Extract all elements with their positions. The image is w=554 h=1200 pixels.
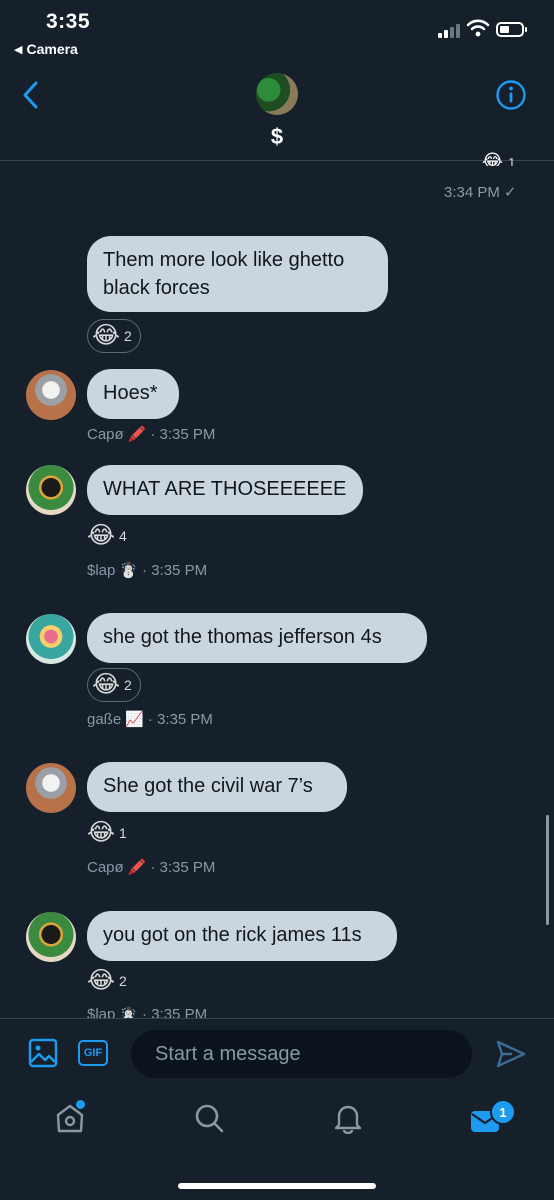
sender-name: Capø	[87, 858, 124, 876]
message-meta: Capø 🖍️ · 3:35 PM	[87, 858, 216, 877]
image-icon[interactable]	[28, 1038, 58, 1068]
sender-avatar[interactable]	[26, 614, 76, 664]
message-time: · 3:35 PM	[150, 858, 216, 876]
reaction[interactable]: 😂 1	[87, 820, 127, 846]
message-text: Them more look like ghetto black forces	[103, 249, 345, 299]
sender-name: $lap	[87, 1006, 116, 1018]
message-text: you got on the rick james 11s	[103, 924, 362, 946]
messages-badge: 1	[490, 1099, 516, 1125]
reaction-count: 2	[124, 328, 132, 344]
back-to-app-link[interactable]: ◀ Camera	[14, 41, 78, 57]
message-meta: Capø 🖍️ · 3:35 PM	[87, 425, 216, 444]
send-icon[interactable]	[496, 1040, 526, 1068]
sender-avatar[interactable]	[26, 465, 76, 515]
message-meta: gaße 📈 · 3:35 PM	[87, 710, 213, 729]
sent-check-icon: ✓	[504, 184, 517, 201]
composer-divider	[0, 1018, 554, 1019]
crayon-emoji-icon: 🖍️	[127, 426, 147, 443]
message-time: · 3:35 PM	[142, 1006, 208, 1018]
reaction-pill[interactable]: 😂 2	[87, 319, 141, 353]
back-triangle-icon: ◀	[14, 43, 23, 56]
back-chevron-icon[interactable]	[20, 80, 42, 110]
message-input[interactable]	[131, 1030, 472, 1078]
laughing-emoji-icon: 😂	[87, 967, 116, 994]
conversation-title[interactable]: $	[0, 124, 554, 150]
message-bubble[interactable]: She got the civil war 7’s	[87, 762, 347, 812]
laughing-emoji-icon: 😂	[92, 671, 121, 698]
message-bubble[interactable]: Hoes*	[87, 369, 179, 419]
message-text: she got the thomas jefferson 4s	[103, 626, 382, 648]
message-meta: $lap ☃️ · 3:35 PM	[87, 561, 208, 580]
cellular-signal-icon	[438, 24, 460, 38]
message-time: · 3:35 PM	[147, 710, 213, 728]
message-text: WHAT ARE THOSEEEEEE	[103, 478, 347, 500]
back-app-label: Camera	[26, 41, 78, 57]
laughing-emoji-icon: 😂	[482, 152, 504, 166]
sender-avatar[interactable]	[26, 912, 76, 962]
laughing-emoji-icon: 😂	[87, 522, 116, 549]
reaction-count: 2	[119, 973, 127, 989]
message-time: · 3:35 PM	[150, 425, 216, 443]
reaction-count: 1	[508, 155, 516, 166]
message-bubble[interactable]: you got on the rick james 11s	[87, 911, 397, 961]
notifications-bell-icon[interactable]	[333, 1102, 363, 1134]
message-bubble[interactable]: she got the thomas jefferson 4s	[87, 613, 427, 663]
wifi-icon	[466, 19, 490, 37]
search-icon[interactable]	[193, 1102, 225, 1134]
sender-avatar[interactable]	[26, 763, 76, 813]
gif-button[interactable]: GIF	[78, 1040, 108, 1066]
sender-name: Capø	[87, 425, 124, 443]
message-bubble[interactable]: Them more look like ghetto black forces	[87, 236, 388, 312]
sender-avatar[interactable]	[26, 370, 76, 420]
snowman-emoji-icon: ☃️	[119, 1007, 139, 1018]
timestamp-text: 3:34 PM	[444, 184, 500, 201]
home-notification-dot	[76, 1100, 85, 1109]
message-meta: $lap ☃️ · 3:35 PM	[87, 1006, 207, 1018]
message-text: Hoes*	[103, 382, 158, 404]
conversation-avatar[interactable]	[256, 73, 298, 115]
previous-reaction: 😂 1	[482, 152, 515, 166]
reaction-count: 2	[124, 677, 132, 693]
reaction-count: 1	[119, 825, 127, 841]
sender-name: gaße	[87, 710, 122, 728]
scrollbar[interactable]	[546, 815, 549, 925]
crayon-emoji-icon: 🖍️	[127, 859, 147, 876]
reaction[interactable]: 😂 4	[87, 523, 127, 549]
info-icon[interactable]	[495, 79, 527, 111]
message-timestamp: 3:34 PM ✓	[444, 183, 517, 201]
laughing-emoji-icon: 😂	[87, 819, 116, 846]
message-bubble[interactable]: WHAT ARE THOSEEEEEE	[87, 465, 363, 515]
reaction-pill[interactable]: 😂 2	[87, 668, 141, 702]
message-time: · 3:35 PM	[142, 561, 208, 579]
reaction-count: 4	[119, 528, 127, 544]
message-text: She got the civil war 7’s	[103, 775, 313, 797]
snowman-emoji-icon: ☃️	[119, 562, 139, 579]
chart-emoji-icon: 📈	[125, 711, 144, 728]
sender-name: $lap	[87, 561, 116, 579]
home-indicator	[178, 1183, 376, 1189]
status-time: 3:35	[46, 10, 91, 33]
header-divider	[0, 160, 554, 161]
laughing-emoji-icon: 😂	[92, 322, 121, 349]
reaction[interactable]: 😂 2	[87, 968, 127, 994]
battery-icon	[496, 22, 527, 37]
